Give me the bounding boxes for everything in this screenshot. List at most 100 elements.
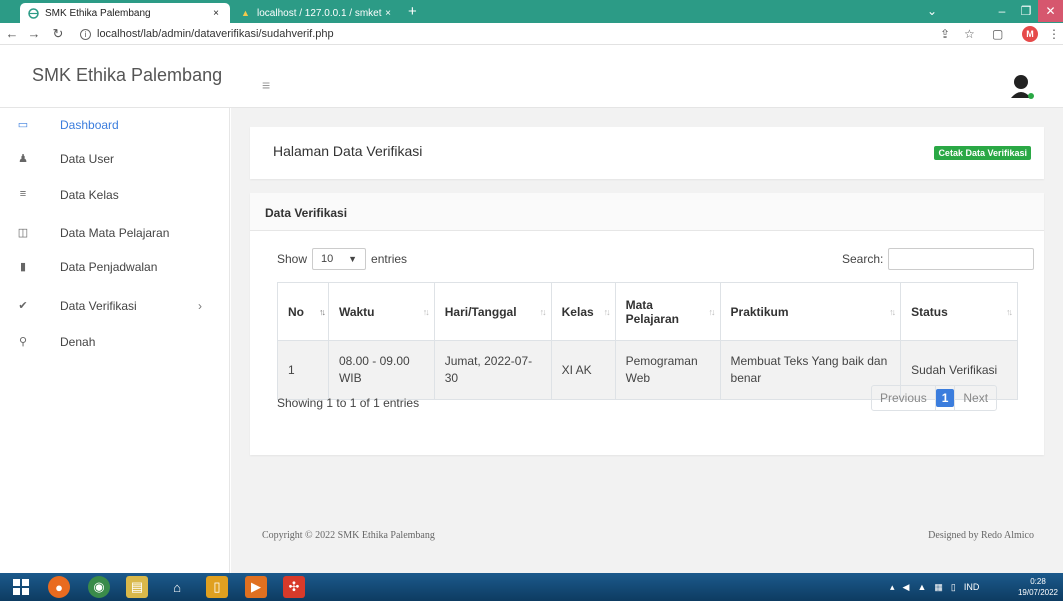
sort-icon: ↑↓: [422, 306, 430, 317]
firefox-icon[interactable]: ●: [48, 576, 70, 598]
entries-select[interactable]: 10 ▼: [312, 248, 367, 270]
cell-kelas: XI AK: [550, 340, 616, 400]
sidebar-item-data-verifikasi[interactable]: ✔ Data Verifikasi ›: [0, 289, 230, 323]
share-icon[interactable]: ⇪: [940, 25, 950, 43]
chrome-icon[interactable]: ◉: [88, 576, 110, 598]
sort-icon: ↑↓: [708, 306, 716, 317]
search-input[interactable]: [888, 248, 1035, 270]
volume-icon[interactable]: ◀: [903, 582, 910, 593]
app-header: SMK Ethika Palembang ≡: [0, 45, 1063, 108]
back-arrow-icon[interactable]: ←: [4, 25, 20, 43]
reload-icon[interactable]: ↻: [50, 25, 66, 43]
close-window-icon[interactable]: ✕: [1038, 0, 1063, 22]
hamburger-menu-icon[interactable]: ≡: [262, 77, 270, 93]
check-icon: ✔: [18, 300, 28, 312]
sidebar-item-label: Data Verifikasi: [60, 299, 137, 313]
url-field[interactable]: i localhost/lab/admin/dataverifikasi/sud…: [80, 25, 334, 43]
sidebar: ▭ Dashboard ♟ Data User ≡ Data Kelas ◫ D…: [0, 108, 230, 573]
phpmyadmin-icon: ▲: [241, 8, 250, 18]
browser-tab-active[interactable]: SMK Ethika Palembang ×: [20, 3, 230, 23]
list-icon: ≡: [19, 188, 27, 200]
minimize-icon[interactable]: –: [990, 0, 1014, 22]
column-header-no[interactable]: No ↑↓: [277, 282, 329, 341]
card-header: Data Verifikasi: [250, 193, 1044, 231]
new-tab-button[interactable]: +: [408, 3, 417, 21]
designed-by-text: Designed by Redo Almico: [928, 530, 1034, 541]
file-explorer-icon[interactable]: ▤: [126, 576, 148, 598]
taskbar-clock[interactable]: 0:28 19/07/2022: [1016, 576, 1060, 598]
column-header-kelas[interactable]: Kelas ↑↓: [550, 282, 616, 341]
chevron-down-icon[interactable]: ⌄: [920, 0, 944, 22]
windows-start-icon[interactable]: [10, 576, 32, 598]
chevron-right-icon: ›: [198, 299, 202, 313]
action-center-icon[interactable]: ▦: [934, 582, 943, 593]
battery-icon[interactable]: ▯: [951, 582, 956, 593]
profile-avatar[interactable]: M: [1022, 26, 1038, 42]
column-header-waktu[interactable]: Waktu ↑↓: [327, 282, 435, 341]
sidebar-item-denah[interactable]: ⚲ Denah: [0, 325, 230, 359]
info-icon[interactable]: i: [80, 28, 91, 40]
cell-tanggal: Jumat, 2022-07-30: [433, 340, 552, 400]
sidebar-item-label: Data Kelas: [60, 188, 119, 202]
sort-icon: ↑↓: [603, 306, 611, 317]
close-tab-icon[interactable]: ×: [210, 8, 222, 19]
entries-length-control: Show 10 ▼ entries: [277, 248, 407, 270]
close-tab-icon[interactable]: ×: [382, 8, 394, 19]
main-content: Halaman Data Verifikasi Cetak Data Verif…: [231, 108, 1063, 573]
cell-mapel: Pemograman Web: [614, 340, 721, 400]
data-card: Data Verifikasi Show 10 ▼ entries Search…: [250, 193, 1044, 455]
pagination: Previous 1 Next: [871, 385, 998, 411]
column-header-mata-pelajaran[interactable]: Mata Pelajaran ↑↓: [614, 282, 721, 341]
windows-taskbar: ● ◉ ▤ ⌂ ▯ ▶ ✣ ▴ ◀ ▲ ▦ ▯ IND 0:28 19/07/2…: [0, 573, 1063, 601]
previous-page-button[interactable]: Previous: [872, 386, 936, 410]
address-bar: ← → ↻ i localhost/lab/admin/dataverifika…: [0, 23, 1063, 45]
sidepanel-icon[interactable]: ▢: [992, 25, 1003, 43]
column-header-praktikum[interactable]: Praktikum ↑↓: [719, 282, 902, 341]
print-data-button[interactable]: Cetak Data Verifikasi: [934, 146, 1031, 160]
column-header-hari-tanggal[interactable]: Hari/Tanggal ↑↓: [433, 282, 552, 341]
sidebar-item-label: Denah: [60, 335, 96, 349]
page-header-card: Halaman Data Verifikasi Cetak Data Verif…: [250, 127, 1044, 179]
sidebar-item-label: Data User: [60, 152, 115, 166]
user-avatar-icon[interactable]: [1010, 74, 1034, 100]
sidebar-item-label: Data Penjadwalan: [60, 260, 158, 274]
tab-title: localhost / 127.0.0.1 / smkethika: [257, 7, 382, 19]
globe-icon: [28, 7, 39, 19]
sidebar-item-data-user[interactable]: ♟ Data User: [0, 142, 230, 176]
star-icon[interactable]: ☆: [964, 25, 975, 43]
table-header-row: No ↑↓ Waktu ↑↓ Hari/Tanggal ↑↓ Kelas ↑↓ Mata…: [277, 282, 1018, 341]
next-page-button[interactable]: Next: [954, 386, 996, 410]
browser-tab-inactive[interactable]: ▲ localhost / 127.0.0.1 / smkethika ×: [232, 3, 402, 23]
tray-arrow-icon[interactable]: ▴: [890, 582, 895, 593]
map-pin-icon: ⚲: [18, 336, 28, 348]
page-title: Halaman Data Verifikasi: [273, 143, 423, 159]
xampp-icon[interactable]: ✣: [283, 576, 305, 598]
sidebar-item-dashboard[interactable]: ▭ Dashboard: [0, 108, 230, 142]
entries-value: 10: [321, 253, 334, 265]
forward-arrow-icon[interactable]: →: [26, 25, 42, 43]
user-icon: ♟: [18, 153, 28, 165]
column-header-status[interactable]: Status ↑↓: [900, 282, 1018, 341]
media-player-icon[interactable]: ▶: [245, 576, 267, 598]
language-indicator[interactable]: IND: [964, 582, 980, 592]
page-1-button[interactable]: 1: [935, 389, 955, 407]
brand-title[interactable]: SMK Ethika Palembang: [32, 65, 222, 86]
tab-title: SMK Ethika Palembang: [45, 7, 151, 19]
sidebar-item-data-mata-pelajaran[interactable]: ◫ Data Mata Pelajaran: [0, 216, 230, 250]
sort-icon: ↑↓: [318, 306, 326, 317]
browser-tab-strip: SMK Ethika Palembang × ▲ localhost / 127…: [0, 0, 1063, 23]
sidebar-item-data-kelas[interactable]: ≡ Data Kelas: [0, 178, 230, 212]
sort-icon: ↑↓: [889, 306, 896, 317]
network-icon[interactable]: ▲: [917, 582, 926, 592]
sort-icon: ↑↓: [539, 306, 547, 317]
kebab-menu-icon[interactable]: ⋮: [1048, 25, 1060, 43]
book-icon: ◫: [17, 227, 29, 239]
app-icon[interactable]: ▯: [206, 576, 228, 598]
home-icon[interactable]: ⌂: [166, 576, 188, 598]
maximize-icon[interactable]: ❐: [1014, 0, 1038, 22]
sidebar-item-data-penjadwalan[interactable]: ▮ Data Penjadwalan: [0, 250, 230, 284]
chevron-down-icon: ▼: [348, 254, 358, 264]
url-text: localhost/lab/admin/dataverifikasi/sudah…: [97, 28, 334, 40]
verification-table: No ↑↓ Waktu ↑↓ Hari/Tanggal ↑↓ Kelas ↑↓ Mata…: [277, 282, 1018, 400]
file-icon: ▮: [19, 261, 27, 273]
